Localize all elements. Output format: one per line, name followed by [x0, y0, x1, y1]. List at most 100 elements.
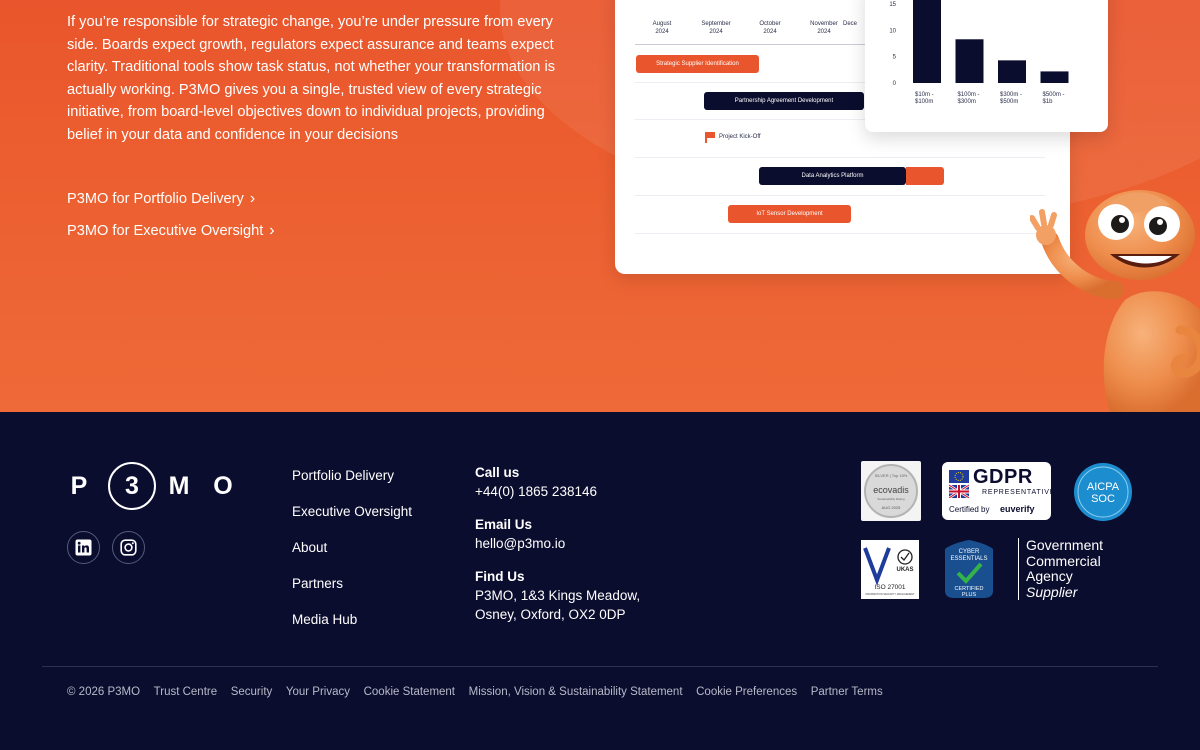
y-tick-label: 5 [893, 55, 897, 61]
logo-letter: M [168, 471, 190, 500]
p3mo-logo[interactable]: P 3 M O [66, 462, 236, 510]
hero-section: If you’re responsible for strategic chan… [0, 0, 1200, 412]
chevron-right-icon: › [249, 190, 256, 207]
phone-number-link[interactable]: +44(0) 1865 238146 [475, 482, 640, 501]
linkedin-button[interactable] [67, 531, 100, 564]
gca-supplier: Supplier [1026, 583, 1078, 600]
ukas-iso-badge: UKAS ISO 27001 INFORMATION SECURITY MANA… [861, 540, 919, 599]
site-footer: P 3 M O Portfolio Delivery Executive Ove… [0, 412, 1200, 750]
milestone-label: Project Kick-Off [719, 134, 761, 140]
svg-text:AICPA: AICPA [1087, 481, 1120, 493]
legal-links: © 2026 P3MO Trust Centre Security Your P… [67, 686, 883, 698]
x-tick-label: $300m [958, 99, 976, 105]
gantt-month: September 2024 [701, 21, 731, 35]
x-tick-label: $10m - [915, 92, 934, 98]
gantt-month-header: August 2024 September 2024 October 2024 Nov… [635, 20, 875, 46]
y-tick-label: 15 [889, 2, 896, 8]
ecovadis-medal-icon: SILVER | Top 15% ecovadis Sustainability… [864, 464, 918, 518]
logo-letter: O [213, 471, 233, 500]
svg-text:SILVER | Top 15%: SILVER | Top 15% [875, 473, 908, 478]
trust-centre-link[interactable]: Trust Centre [154, 686, 217, 698]
instagram-icon [120, 539, 137, 556]
address-line: P3MO, 1&3 Kings Meadow, [475, 588, 641, 603]
bar [1040, 71, 1069, 83]
gantt-row-divider [635, 157, 1045, 158]
x-tick-label: $100m - [958, 92, 980, 98]
portfolio-delivery-link-label: P3MO for Portfolio Delivery [67, 191, 244, 207]
gantt-task-bar: Partnership Agreement Development [704, 92, 864, 110]
gantt-task-bar: Strategic Supplier Identification [636, 55, 759, 73]
instagram-button[interactable] [112, 531, 145, 564]
cyber-essentials-plus-badge: CYBER ESSENTIALS CERTIFIED PLUS [944, 539, 994, 599]
gdpr-title: GDPR [973, 466, 1033, 488]
svg-text:ESSENTIALS: ESSENTIALS [950, 556, 987, 562]
your-privacy-link[interactable]: Your Privacy [286, 686, 350, 698]
gdpr-rep: REPRESENTATIVE [982, 489, 1056, 496]
social-links [67, 531, 145, 564]
email-link[interactable]: hello@p3mo.io [475, 534, 640, 553]
ukas-tick-icon: UKAS ISO 27001 INFORMATION SECURITY MANA… [863, 547, 915, 596]
svg-text:SOC: SOC [1091, 493, 1115, 505]
gantt-task-bar: IoT Sensor Development [728, 205, 851, 223]
call-us-heading: Call us [475, 465, 520, 480]
svg-text:INFORMATION SECURITY MANAGEMEN: INFORMATION SECURITY MANAGEMENT [865, 593, 915, 596]
email-us-heading: Email Us [475, 517, 533, 532]
gca-line: Commercial [1026, 552, 1101, 569]
hero-body-text: If you’re responsible for strategic chan… [67, 14, 556, 143]
cookie-preferences-link[interactable]: Cookie Preferences [696, 686, 797, 698]
copyright-text: © 2026 P3MO [67, 686, 141, 698]
footer-nav-partners[interactable]: Partners [292, 576, 412, 596]
gdpr-badge: GDPR REPRESENTATIVE Certified by euverif… [942, 462, 1054, 520]
gdpr-brand: euverify [1000, 504, 1035, 514]
bar [998, 60, 1026, 83]
gantt-milestone: Project Kick-Off [705, 132, 761, 143]
x-tick-label: $100m [915, 99, 933, 105]
x-tick-label: $1b [1043, 99, 1054, 105]
executive-oversight-link[interactable]: P3MO for Executive Oversight › [67, 221, 275, 241]
partner-terms-link[interactable]: Partner Terms [811, 686, 883, 698]
gantt-row-divider [635, 233, 1045, 234]
footer-nav: Portfolio Delivery Executive Oversight A… [292, 468, 412, 648]
hero-links: P3MO for Portfolio Delivery › P3MO for E… [67, 189, 275, 253]
find-us-heading: Find Us [475, 569, 525, 584]
footer-nav-executive-oversight[interactable]: Executive Oversight [292, 504, 412, 524]
aicpa-soc-seal-icon: AICPA SOC [1074, 463, 1132, 521]
footer-nav-media-hub[interactable]: Media Hub [292, 612, 412, 632]
executive-oversight-link-label: P3MO for Executive Oversight [67, 223, 264, 239]
bar-chart-card: 0 5 10 15 $10m - $100m $100m - $300m $300m - $500… [865, 0, 1108, 132]
gca-line: Government [1026, 537, 1104, 553]
security-link[interactable]: Security [231, 686, 273, 698]
logo-ring: 3 [108, 462, 156, 510]
aicpa-soc-badge: AICPA SOC [1073, 462, 1133, 522]
portfolio-delivery-link[interactable]: P3MO for Portfolio Delivery › [67, 189, 275, 209]
svg-text:PLUS: PLUS [962, 592, 977, 598]
svg-text:AUG 2025: AUG 2025 [882, 505, 901, 510]
eu-uk-flags-icon [949, 470, 969, 498]
gantt-month: August 2024 [652, 21, 672, 35]
cyber-essentials-shield-icon: CYBER ESSENTIALS CERTIFIED PLUS [945, 540, 993, 598]
svg-text:UKAS: UKAS [896, 567, 913, 573]
ecovadis-badge: SILVER | Top 15% ecovadis Sustainability… [861, 461, 921, 521]
gdpr-cert: Certified by [949, 505, 990, 514]
gca-line: Agency [1026, 568, 1073, 584]
mission-vision-sustainability-link[interactable]: Mission, Vision & Sustainability Stateme… [469, 686, 683, 698]
footer-nav-portfolio-delivery[interactable]: Portfolio Delivery [292, 468, 412, 488]
contact-info: Call us +44(0) 1865 238146 Email Us hell… [475, 463, 640, 638]
svg-text:ecovadis: ecovadis [873, 485, 909, 495]
svg-text:ISO 27001: ISO 27001 [874, 584, 905, 591]
flag-icon [705, 132, 715, 143]
chevron-right-icon: › [269, 222, 275, 239]
cookie-statement-link[interactable]: Cookie Statement [364, 686, 455, 698]
logo-letter: P [70, 471, 88, 500]
svg-text:Sustainability Rating: Sustainability Rating [877, 497, 905, 501]
svg-text:CYBER: CYBER [959, 549, 980, 555]
bar [955, 39, 984, 83]
gantt-task-bar-progress [906, 167, 944, 185]
gantt-month: October 2024 [759, 21, 781, 35]
chameleon-mascot-illustration [1030, 190, 1200, 412]
bar [913, 0, 941, 83]
footer-nav-about[interactable]: About [292, 540, 412, 560]
government-commercial-agency-badge: Government Commercial Agency Supplier [1018, 537, 1118, 600]
bar-chart: 051015$10m -$100m$100m -$300m$300m -$500… [889, 0, 1069, 105]
y-tick-label: 10 [889, 28, 896, 34]
